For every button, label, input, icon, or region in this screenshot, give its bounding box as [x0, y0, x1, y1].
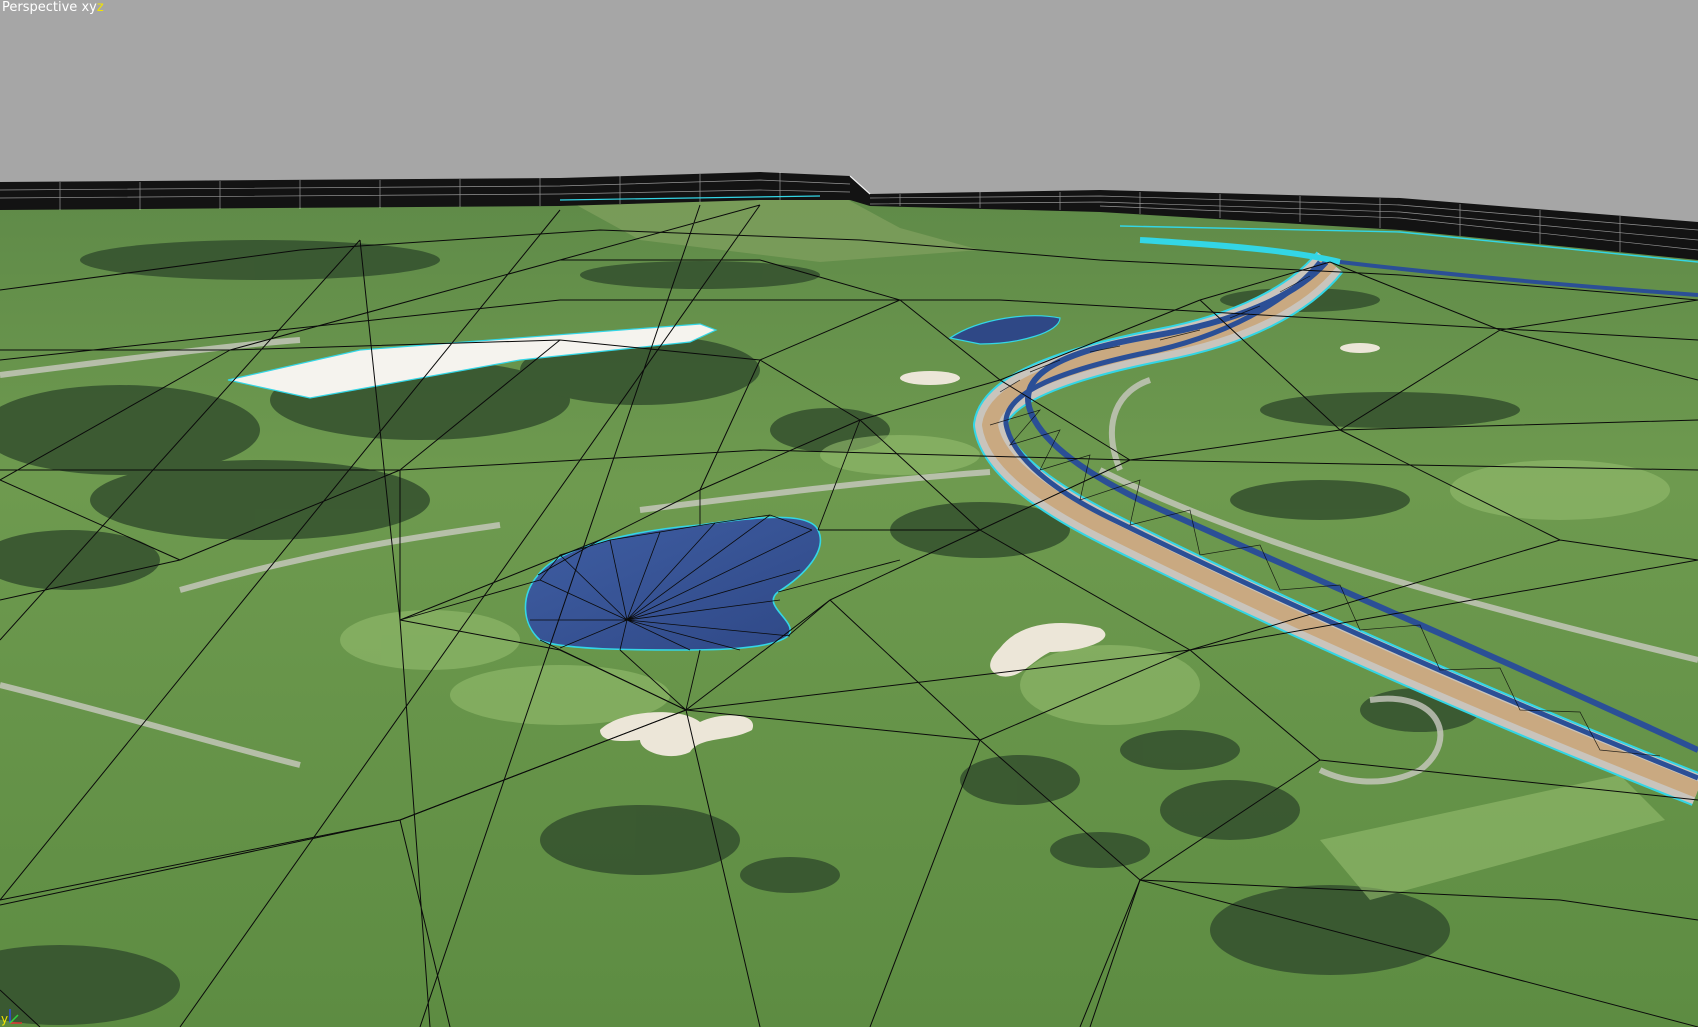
viewport-label[interactable]: Perspective xyz: [0, 0, 106, 16]
view-name: Perspective: [2, 0, 78, 15]
terrain-ground: [0, 190, 1698, 1027]
perspective-viewport[interactable]: Perspective xyz y: [0, 0, 1698, 1027]
axis-prefix: xy: [81, 0, 97, 15]
axis-z-label: z: [96, 0, 104, 15]
terrain-scene[interactable]: [0, 0, 1698, 1027]
axis-gizmo: y: [0, 993, 30, 1027]
axis-y-label: y: [1, 1012, 9, 1026]
